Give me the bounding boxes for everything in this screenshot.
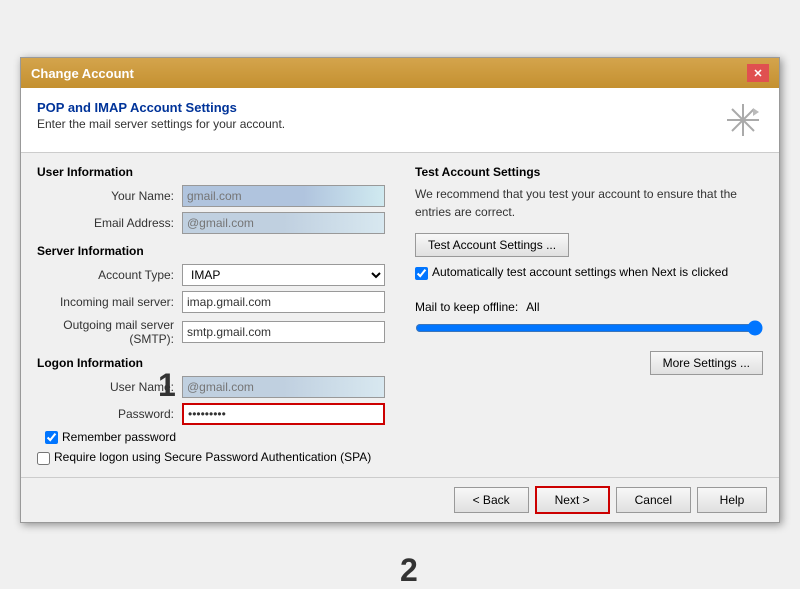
password-row: Password: xyxy=(37,403,385,425)
password-label: Password: xyxy=(37,407,182,421)
help-button[interactable]: Help xyxy=(697,487,767,513)
server-info-title: Server Information xyxy=(37,244,385,258)
test-description: We recommend that you test your account … xyxy=(415,185,763,221)
spa-row: Require logon using Secure Password Auth… xyxy=(37,450,385,465)
remember-password-row: Remember password xyxy=(45,430,385,444)
your-name-label: Your Name: xyxy=(37,189,182,203)
email-address-label: Email Address: xyxy=(37,216,182,230)
auto-test-label: Automatically test account settings when… xyxy=(432,265,728,279)
dialog-window: Change Account ✕ POP and IMAP Account Se… xyxy=(20,57,780,523)
header-heading: POP and IMAP Account Settings xyxy=(37,100,285,115)
mail-offline-value: All xyxy=(526,300,539,314)
dialog-title: Change Account xyxy=(31,66,134,81)
username-input[interactable] xyxy=(182,376,385,398)
spa-checkbox[interactable] xyxy=(37,452,50,465)
username-row: User Name: xyxy=(37,376,385,398)
left-panel: User Information Your Name: Email Addres… xyxy=(37,165,385,465)
cursor-icon xyxy=(723,100,763,140)
header-text: POP and IMAP Account Settings Enter the … xyxy=(37,100,285,131)
next-button[interactable]: Next > xyxy=(535,486,610,514)
auto-test-row: Automatically test account settings when… xyxy=(415,265,763,280)
annotation-badge-2: 2 xyxy=(400,552,418,589)
mail-offline-row: Mail to keep offline: All xyxy=(415,300,763,314)
right-panel: Test Account Settings We recommend that … xyxy=(405,165,763,465)
dialog-footer: < Back Next > Cancel Help xyxy=(21,477,779,522)
user-info-title: User Information xyxy=(37,165,385,179)
mail-offline-slider-container xyxy=(415,320,763,339)
remember-password-label: Remember password xyxy=(62,430,176,444)
your-name-input[interactable] xyxy=(182,185,385,207)
outgoing-mail-row: Outgoing mail server (SMTP): xyxy=(37,318,385,346)
your-name-row: Your Name: xyxy=(37,185,385,207)
incoming-mail-row: Incoming mail server: xyxy=(37,291,385,313)
email-address-row: Email Address: xyxy=(37,212,385,234)
more-settings-button[interactable]: More Settings ... xyxy=(650,351,763,375)
header-subtext: Enter the mail server settings for your … xyxy=(37,117,285,131)
spa-label: Require logon using Secure Password Auth… xyxy=(54,450,371,464)
remember-password-checkbox[interactable] xyxy=(45,431,58,444)
title-bar: Change Account ✕ xyxy=(21,58,779,88)
mail-offline-slider[interactable] xyxy=(415,320,763,336)
account-type-label: Account Type: xyxy=(37,268,182,282)
username-label: User Name: xyxy=(37,380,182,394)
account-type-select[interactable]: IMAP POP3 xyxy=(182,264,385,286)
outgoing-mail-label: Outgoing mail server (SMTP): xyxy=(37,318,182,346)
test-section-title: Test Account Settings xyxy=(415,165,763,179)
test-account-settings-button[interactable]: Test Account Settings ... xyxy=(415,233,569,257)
auto-test-checkbox[interactable] xyxy=(415,267,428,280)
cancel-button[interactable]: Cancel xyxy=(616,487,691,513)
logon-info-title: Logon Information xyxy=(37,356,385,370)
incoming-mail-input[interactable] xyxy=(182,291,385,313)
mail-offline-label: Mail to keep offline: xyxy=(415,300,518,314)
more-settings-row: More Settings ... xyxy=(415,351,763,375)
dialog-header: POP and IMAP Account Settings Enter the … xyxy=(21,88,779,153)
dialog-body: User Information Your Name: Email Addres… xyxy=(21,153,779,477)
account-type-row: Account Type: IMAP POP3 xyxy=(37,264,385,286)
incoming-mail-label: Incoming mail server: xyxy=(37,295,182,309)
outgoing-mail-input[interactable] xyxy=(182,321,385,343)
back-button[interactable]: < Back xyxy=(454,487,529,513)
close-button[interactable]: ✕ xyxy=(747,64,769,82)
email-address-input[interactable] xyxy=(182,212,385,234)
password-input[interactable] xyxy=(182,403,385,425)
